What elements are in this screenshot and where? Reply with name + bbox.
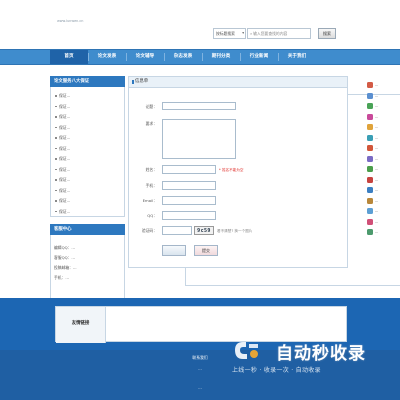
nav-item-categories[interactable]: 期刊分类 (202, 50, 240, 64)
captcha-refresh-link[interactable]: 看不清楚? 换一个图片 (217, 229, 252, 234)
promise-item[interactable]: 保证... (53, 175, 122, 186)
link-icon (367, 166, 373, 173)
header-marker (132, 80, 134, 84)
right-link-item[interactable]: ... (367, 217, 400, 228)
qq-label: QQ： (147, 213, 157, 218)
right-link-item[interactable]: ... (367, 143, 400, 154)
form-header: 信息单 (129, 77, 347, 88)
promise-list: 保证... 保证... 保证... 保证... 保证... 保证... 保证..… (50, 87, 125, 217)
search-icon: ⌕ (250, 31, 253, 36)
captcha-label: 验证码： (141, 228, 157, 233)
name-required-hint: * 姓名不能为空 (219, 168, 244, 172)
title-input[interactable] (162, 102, 236, 110)
search-input[interactable]: ⌕ 输入您要查找的内容 (247, 28, 311, 39)
email-label: Email： (142, 198, 157, 203)
promise-item[interactable]: 保证... (53, 186, 122, 197)
name-label: 姓名： (145, 167, 157, 172)
link-icon (367, 124, 373, 131)
editor-qq-line[interactable]: 编辑QQ：... (54, 243, 121, 253)
link-icon (367, 103, 373, 110)
link-icon (367, 197, 373, 204)
nav-item-publish[interactable]: 论文发表 (88, 50, 126, 64)
captcha-input[interactable] (162, 226, 192, 235)
right-link-item[interactable]: ... (367, 133, 400, 144)
nav-item-news[interactable]: 行业新闻 (240, 50, 278, 64)
name-input[interactable] (162, 165, 216, 174)
right-link-item[interactable]: ... (367, 122, 400, 133)
promise-item[interactable]: 保证... (53, 123, 122, 134)
phone-label: 手机： (145, 183, 157, 188)
service-qq-line[interactable]: 客服QQ：... (54, 253, 121, 263)
phone-input[interactable] (162, 181, 216, 190)
nav-item-tutoring[interactable]: 论文辅导 (126, 50, 164, 64)
right-link-item[interactable]: ... (367, 80, 400, 91)
link-icon (367, 155, 373, 162)
watermark-logo-icon (235, 342, 258, 359)
link-icon (367, 208, 373, 215)
promise-item[interactable]: 保证... (53, 196, 122, 207)
nav-item-about[interactable]: 关于我们 (278, 50, 316, 64)
link-icon (367, 113, 373, 120)
submit-button[interactable]: 提交 (194, 245, 218, 256)
search-placeholder: 输入您要查找的内容 (253, 31, 288, 36)
right-link-item[interactable]: ... (367, 112, 400, 123)
link-icon (367, 82, 373, 89)
link-icon (367, 229, 373, 236)
site-logo[interactable]: 中国论文网 www.lunwen.cn (57, 18, 400, 286)
right-link-item[interactable]: ... (367, 227, 400, 238)
title-label: 论题： (145, 104, 157, 109)
link-icon (367, 134, 373, 141)
right-link-item[interactable]: ... (367, 196, 400, 207)
promise-item[interactable]: 保证... (53, 133, 122, 144)
right-link-item[interactable]: ... (367, 175, 400, 186)
footer-support-line: ... (198, 385, 202, 390)
friend-links-label: 友情链接 (56, 307, 106, 343)
promise-item[interactable]: 保证... (53, 165, 122, 176)
right-link-item[interactable]: ... (367, 154, 400, 165)
promise-box-title: 论文服务八大保证 (50, 76, 125, 87)
promise-item[interactable]: 保证... (53, 112, 122, 123)
reset-button[interactable] (162, 245, 186, 256)
promise-item[interactable]: 保证... (53, 102, 122, 113)
qq-input[interactable] (162, 211, 216, 220)
request-label: 要求： (145, 121, 157, 126)
captcha-image[interactable]: 9c59 (194, 226, 214, 235)
service-box: 客服中心 编辑QQ：... 客服QQ：... 投稿邮箱：... 手机：... (50, 224, 125, 309)
page: 中国论文网 www.lunwen.cn 按标题搜索 ▾ ⌕ 输入您要查找的内容 … (0, 0, 400, 400)
right-link-item[interactable]: ... (367, 91, 400, 102)
logo-subtitle: www.lunwen.cn (57, 19, 84, 23)
right-link-item[interactable]: ... (367, 164, 400, 175)
search-type-value: 按标题搜索 (216, 31, 235, 36)
search-type-select[interactable]: 按标题搜索 ▾ (213, 28, 246, 39)
right-link-list: ... ... ... ... ... ... ... ... ... ... … (367, 80, 400, 238)
right-link-item[interactable]: ... (367, 185, 400, 196)
service-box-title: 客服中心 (50, 224, 125, 235)
email-input[interactable] (162, 196, 216, 205)
right-link-item[interactable]: ... (367, 206, 400, 217)
right-link-item[interactable]: ... (367, 101, 400, 112)
watermark: 自动秒收录 上线一秒 · 收录一次 · 自动收录 (232, 337, 382, 377)
link-icon (367, 176, 373, 183)
phone-line: 手机：... (54, 275, 70, 280)
link-icon (367, 145, 373, 152)
promise-item[interactable]: 保证... (53, 91, 122, 102)
left-sidebar: 论文服务八大保证 保证... 保证... 保证... 保证... 保证... 保… (50, 76, 125, 309)
main-nav: 首页 论文发表 论文辅导 杂志发表 期刊分类 行业新闻 关于我们 (0, 49, 400, 65)
form-title: 信息单 (135, 79, 149, 84)
link-icon (367, 92, 373, 99)
promise-item[interactable]: 保证... (53, 154, 122, 165)
promise-item[interactable]: 保证... (53, 144, 122, 155)
promise-item[interactable]: 保证... (53, 207, 122, 218)
nav-item-journals[interactable]: 杂志发表 (164, 50, 202, 64)
email-line[interactable]: 投稿邮箱：... (54, 263, 121, 273)
nav-item-home[interactable]: 首页 (50, 50, 88, 64)
search-button[interactable]: 搜索 (318, 28, 336, 39)
watermark-subtitle: 上线一秒 · 收录一次 · 自动收录 (232, 367, 321, 374)
chevron-down-icon: ▾ (242, 31, 244, 35)
request-textarea[interactable] (162, 119, 236, 159)
link-icon (367, 187, 373, 194)
link-icon (367, 218, 373, 225)
watermark-title: 自动秒收录 (276, 344, 366, 364)
